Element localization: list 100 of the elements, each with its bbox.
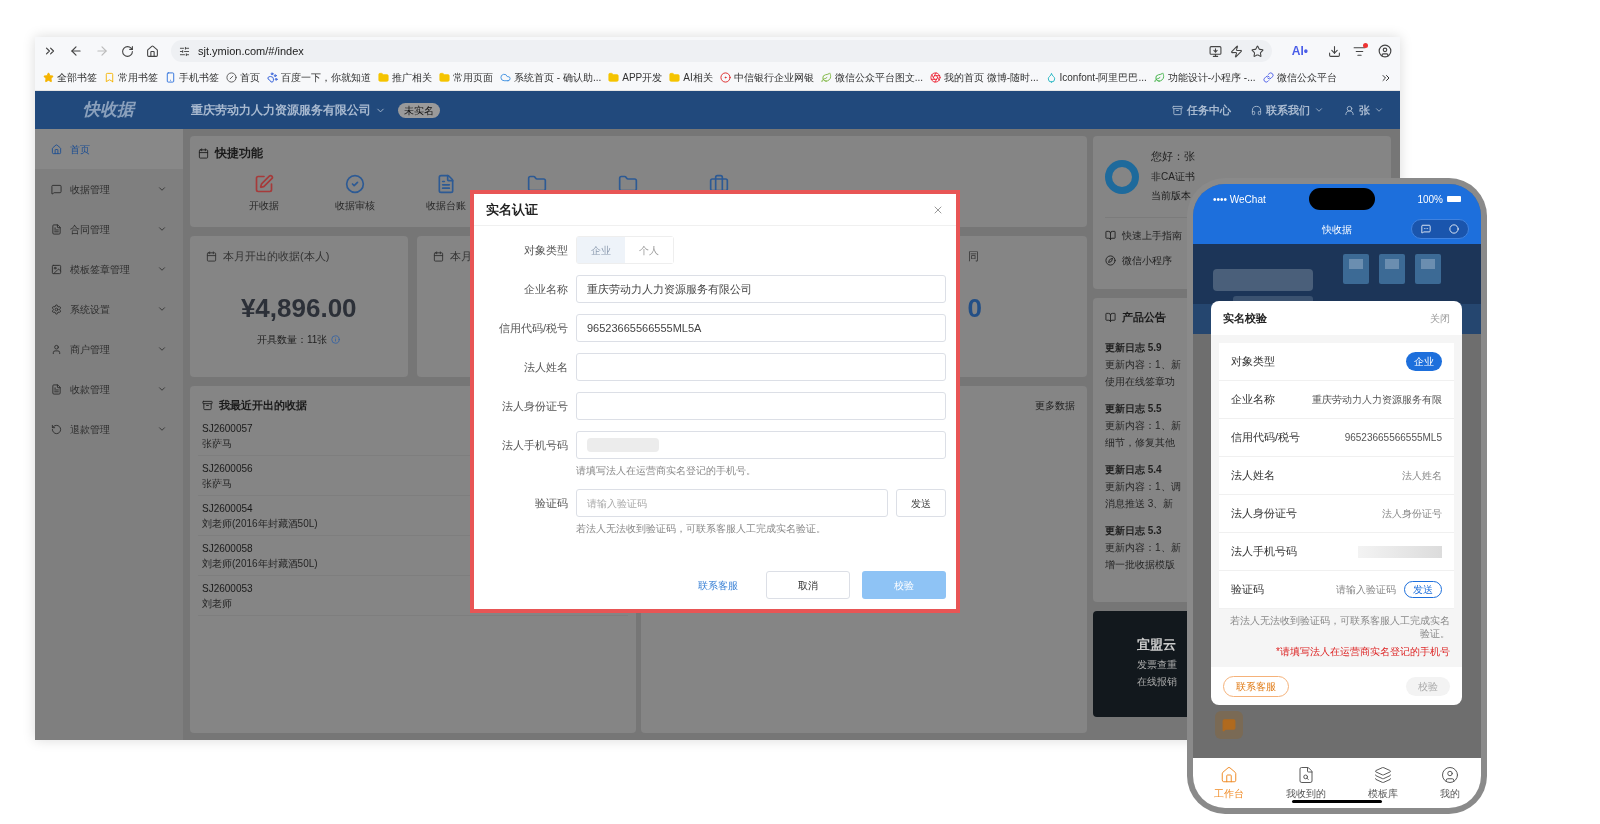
sidebar-item[interactable]: 模板签章管理 [35,249,183,289]
expand-icon[interactable] [43,44,57,58]
bookmark-item[interactable]: 全部书签 [43,70,97,85]
profile-icon[interactable] [1378,44,1392,58]
changelog-title: 更新日志 5.4 [1105,463,1162,477]
sidebar-item[interactable]: 商户管理 [35,329,183,369]
changelog-text: 消息推送 3、新 [1105,497,1174,511]
row-input[interactable]: 法人姓名 [1402,468,1442,483]
stat-value: 0 [967,291,982,325]
field-label: 企业名称 [523,282,568,297]
contact-support-link[interactable]: 联系客服 [682,571,754,599]
changelog-text: 更新内容：1、新 [1105,419,1181,433]
paw-icon [267,72,278,83]
bookmark-item[interactable]: 推广相关 [378,70,432,85]
send-button[interactable]: 发送 [896,489,946,517]
row-value[interactable]: 96523665566555ML5 [1344,430,1442,445]
bookmark-item[interactable]: Iconfont-阿里巴巴... [1045,70,1147,85]
version-text: 当前版本 [1151,188,1191,203]
cancel-button[interactable]: 取消 [766,571,850,599]
receipt-payer: 刘老师(2016年封藏酒50L) [202,556,318,571]
check-circle-icon[interactable] [344,174,365,194]
text-field[interactable] [576,353,946,381]
bookmark-item[interactable]: 首页 [226,70,260,85]
field-hint: 若法人无法收到验证码，可联系客服人工完成实名验证。 [576,522,826,536]
user-icon [51,343,62,355]
folder-icon [439,72,450,83]
ai-button[interactable]: AI• [1283,42,1316,60]
header-menu-item[interactable]: 任务中心 [1172,101,1231,119]
phone-icon [165,72,176,83]
bookmark-item[interactable]: AI相关 [669,70,713,85]
changelog-title: 更新日志 5.3 [1105,524,1162,538]
avatar [1105,160,1139,194]
bookmark-item[interactable]: 常用书签 [104,70,158,85]
book-icon [1105,311,1116,323]
download-icon[interactable] [1328,44,1341,58]
row-label: 信用代码/税号 [1231,430,1301,446]
field-label: 对象类型 [523,242,568,258]
edit-icon[interactable] [253,174,274,194]
field-label: 法人手机号码 [501,438,568,453]
capsule-menu[interactable] [1411,219,1469,239]
type-option[interactable]: 企业 [577,237,625,263]
install-icon[interactable] [1208,44,1222,58]
certificate-status: 非CA证书 [1151,169,1195,184]
sidebar-item[interactable]: 收款管理 [35,369,183,409]
site-settings-icon[interactable] [179,45,190,57]
bookmark-item[interactable]: 常用页面 [439,70,493,85]
star-icon[interactable] [1250,44,1264,58]
document-icon [51,383,62,395]
quick-function-label[interactable]: 收据台账 [425,198,466,213]
stat-value: ¥4,896.00 [240,291,357,325]
verification-code-field[interactable]: 请输入验证码 [576,489,888,517]
text-field[interactable] [576,431,946,459]
link-icon [1262,72,1274,83]
star-icon [43,72,54,83]
address-bar[interactable]: sjt.ymion.com/#/index [198,42,304,60]
bookmark-item[interactable]: 我的首页 微博-随时... [930,70,1039,85]
text-field[interactable]: 重庆劳动力人力资源服务有限公司 [576,275,946,303]
bookmark-item[interactable]: 微信公众平台 [1262,70,1337,85]
lightning-icon[interactable] [1229,44,1243,58]
guide-link[interactable]: 快速上手指南 [1105,228,1182,243]
guide-link[interactable]: 微信小程序 [1105,253,1172,268]
row-label: 法人手机号码 [1231,544,1297,560]
text-field[interactable] [576,392,946,420]
home-icon[interactable] [146,44,159,58]
row-value[interactable]: 重庆劳动力人力资源服务有限 [1312,392,1442,407]
tab-bar-item[interactable]: 模板库 [1368,765,1398,801]
stat-note: 开具数量：11张 [257,332,328,347]
bookmark-item[interactable]: 微信公众平台图文... [820,70,924,85]
bookmark-item[interactable]: APP开发 [608,70,663,85]
sidebar-item[interactable]: 合同管理 [35,209,183,249]
more-data-link[interactable]: 更多数据 [1035,398,1075,413]
reload-icon[interactable] [121,44,134,58]
row-label: 法人姓名 [1231,468,1275,484]
bookmark-item[interactable]: 百度一下，你就知道 [267,70,371,85]
type-badge[interactable]: 企业 [1406,352,1442,371]
tab-bar-item[interactable]: 我收到的 [1286,765,1326,801]
quick-function-label[interactable]: 收据审核 [334,198,375,213]
quick-function-label[interactable]: 开收据 [248,198,279,213]
bookmark-item[interactable]: 手机书签 [165,70,219,85]
bookmark-item[interactable]: 功能设计-小程序 -... [1153,70,1256,85]
bookmark-item[interactable]: 系统首页 - 确认助... [500,70,602,85]
bookmark-item[interactable]: 中信银行企业网银 [719,70,814,85]
back-icon[interactable] [69,44,83,58]
sidebar-item[interactable]: 收据管理 [35,169,183,209]
tab-bar-item[interactable]: 我的 [1440,765,1460,801]
sidebar-item[interactable]: 系统设置 [35,289,183,329]
header-menu-item[interactable]: 联系我们 [1251,101,1324,119]
row-input[interactable]: 法人身份证号 [1382,506,1442,521]
forward-icon[interactable] [95,44,109,58]
status-badge: 未实名 [398,102,440,118]
header-menu-item[interactable]: 张 [1344,101,1384,119]
bookmark-icon [104,72,115,83]
menu-icon[interactable] [1353,44,1366,58]
company-selector[interactable]: 重庆劳动力人力资源服务有限公司 [191,101,386,119]
sidebar-item[interactable]: 退款管理 [35,409,183,449]
tab-bar-item[interactable]: 工作台 [1214,765,1244,801]
row-input[interactable]: 请输入验证码 [1336,582,1396,597]
receipt-payer: 张萨马 [202,436,232,451]
close-link[interactable]: 关闭 [1430,310,1450,326]
text-field[interactable]: 96523665566555ML5A [576,314,946,342]
